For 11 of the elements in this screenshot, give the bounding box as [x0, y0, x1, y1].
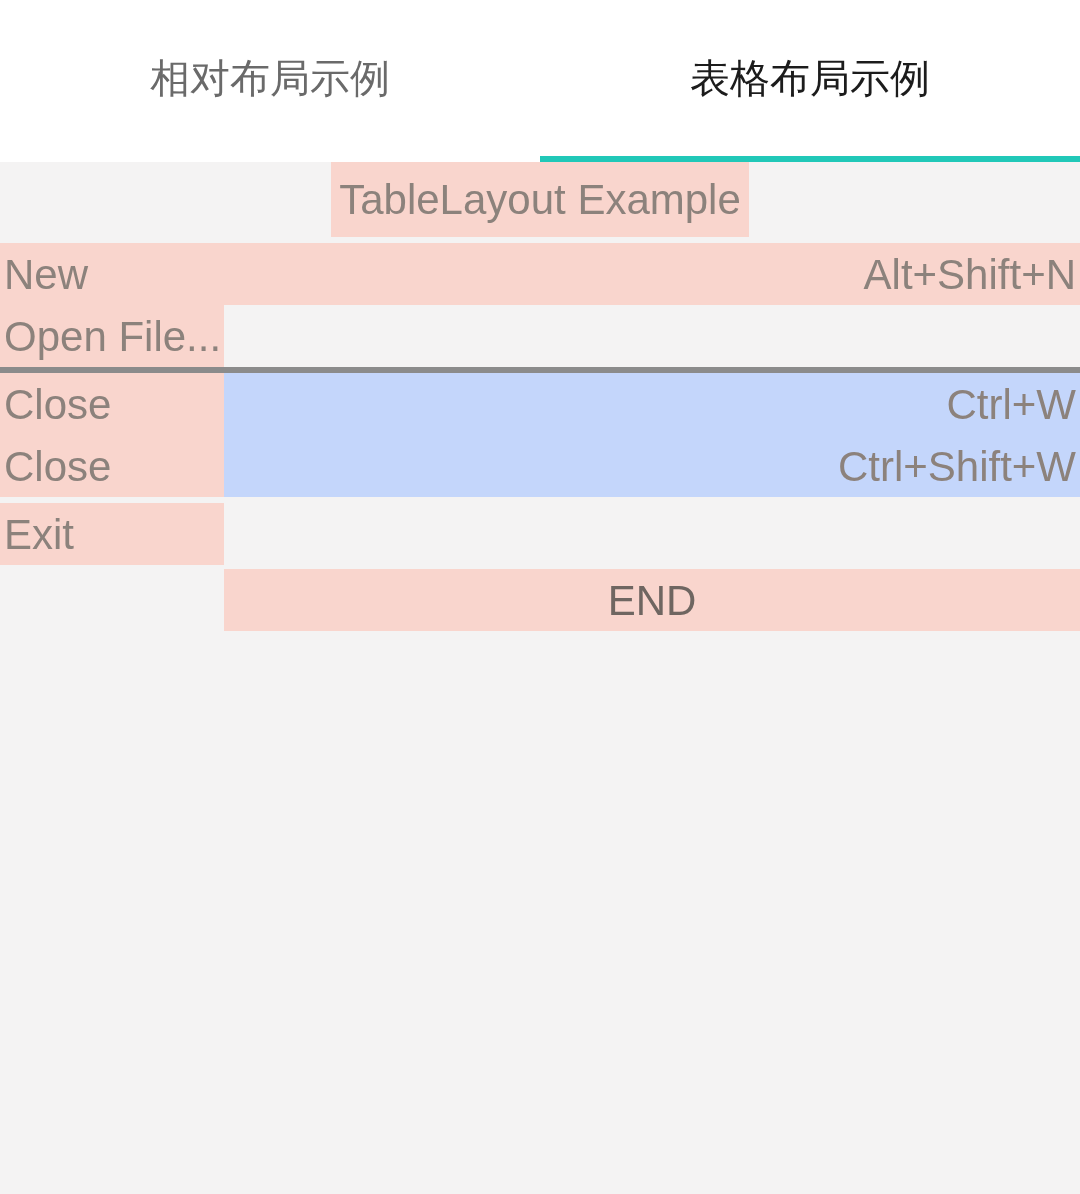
table-cell: Close — [0, 435, 224, 497]
table-title: TableLayout Example — [331, 162, 749, 237]
tab[interactable]: 相对布局示例 — [0, 0, 540, 162]
table-cell: END — [224, 569, 1080, 631]
table-cell: Close — [0, 373, 224, 435]
table-cell: Open File... — [0, 305, 224, 367]
table-cell: New — [0, 243, 224, 305]
table-cell: Alt+Shift+N — [224, 243, 1080, 305]
table-cell: Exit — [0, 503, 224, 565]
table-cell: Ctrl+Shift+W — [224, 435, 1080, 497]
table-cell: Ctrl+W — [224, 373, 1080, 435]
